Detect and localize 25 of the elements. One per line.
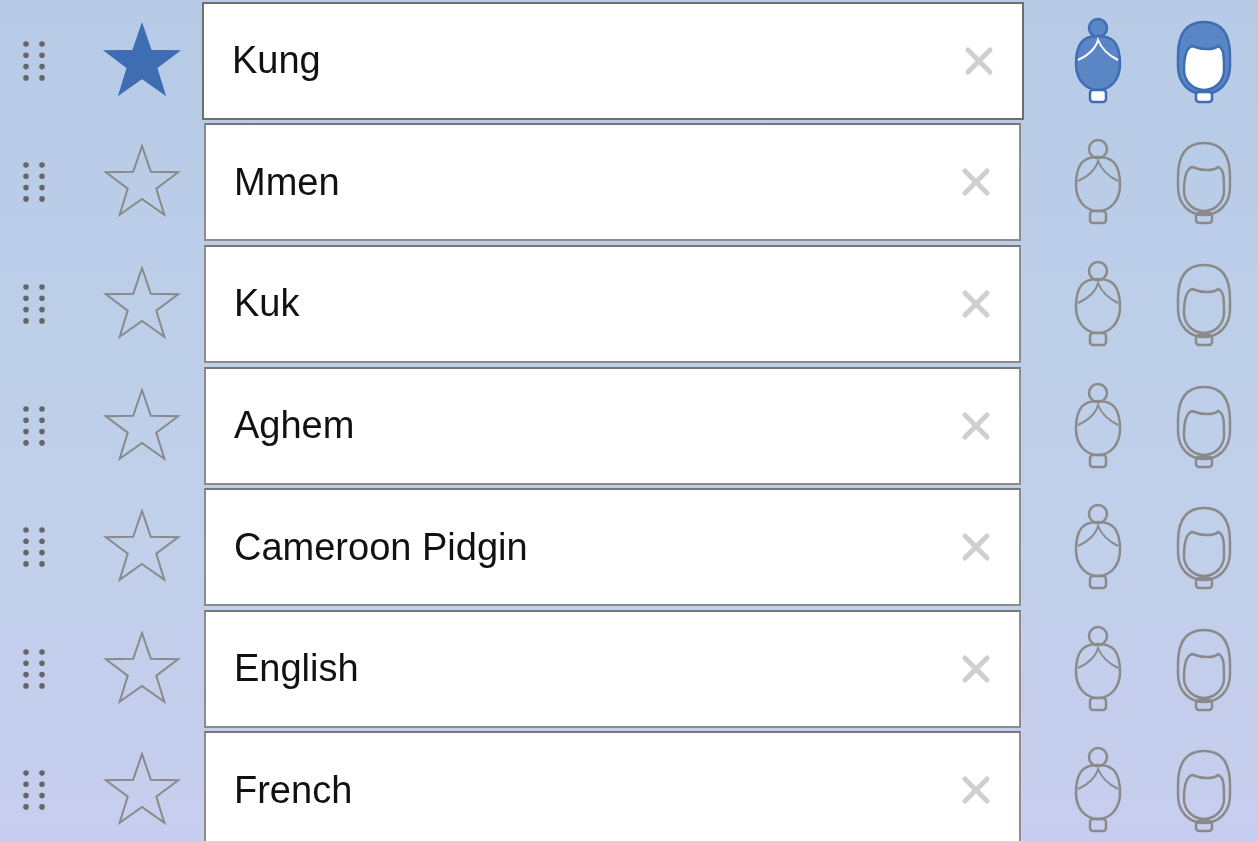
language-field[interactable]: Aghem [204,366,1021,485]
close-icon[interactable] [961,775,991,806]
close-icon[interactable] [961,653,991,684]
language-field[interactable]: French [204,731,1021,841]
close-icon[interactable] [961,167,991,198]
language-field[interactable]: Mmen [204,123,1021,242]
drag-handle-icon[interactable] [22,40,46,81]
language-field[interactable]: Kung [202,1,1024,120]
star-icon[interactable] [102,266,182,342]
language-field[interactable]: Kuk [204,245,1021,363]
close-icon[interactable] [961,532,991,563]
drag-handle-icon[interactable] [22,770,46,811]
language-field[interactable]: Cameroon Pidgin [204,488,1021,607]
star-icon[interactable] [102,22,182,99]
drag-handle-icon[interactable] [22,648,46,689]
language-field[interactable]: English [204,609,1021,728]
close-icon[interactable] [961,289,991,319]
drag-handle-icon[interactable] [22,405,46,446]
close-icon[interactable] [964,45,994,76]
star-icon[interactable] [102,387,182,464]
drag-handle-icon[interactable] [22,162,46,203]
drag-handle-icon[interactable] [22,527,46,568]
star-icon[interactable] [102,630,182,707]
drag-handle-icon[interactable] [22,284,46,324]
close-icon[interactable] [961,410,991,441]
